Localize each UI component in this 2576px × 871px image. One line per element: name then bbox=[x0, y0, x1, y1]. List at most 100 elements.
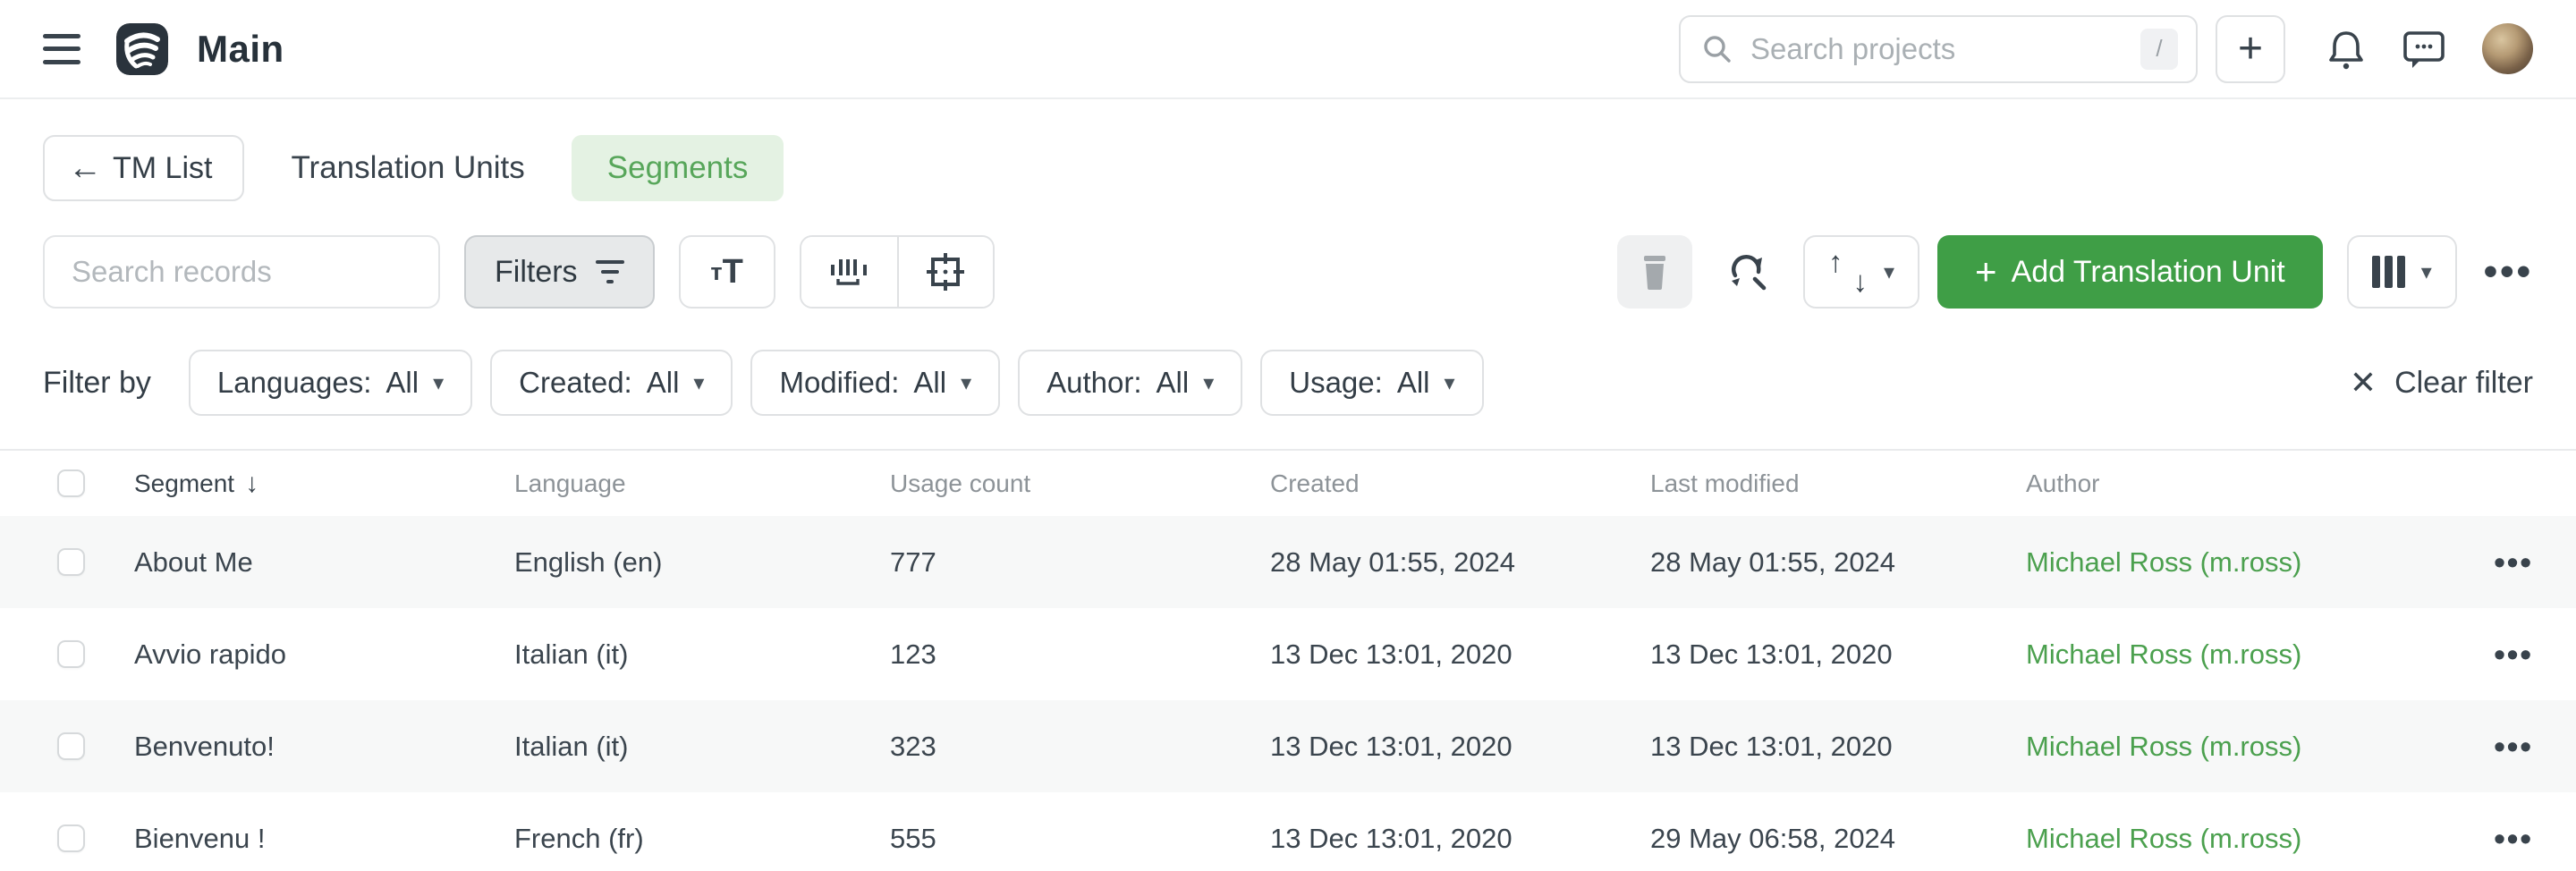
segment-cell: Bienvenu ! bbox=[134, 823, 514, 855]
add-translation-unit-label: Add Translation Unit bbox=[2012, 255, 2285, 290]
filter-lines-icon bbox=[596, 260, 624, 283]
segments-table: Segment ↓ Language Usage count Created L… bbox=[0, 449, 2576, 871]
row-menu-button[interactable]: ••• bbox=[2470, 636, 2533, 673]
filter-label: Languages: bbox=[217, 366, 372, 400]
filter-created[interactable]: Created: All ▾ bbox=[490, 350, 733, 416]
more-options-button[interactable]: ••• bbox=[2484, 249, 2533, 294]
row-checkbox[interactable] bbox=[57, 824, 85, 852]
chevron-down-icon: ▾ bbox=[1884, 259, 1894, 285]
table-row: Bienvenu ! French (fr) 555 13 Dec 13:01,… bbox=[0, 792, 2576, 871]
column-header-language: Language bbox=[514, 469, 890, 498]
ellipsis-icon: ••• bbox=[2494, 820, 2533, 857]
language-cell: French (fr) bbox=[514, 823, 890, 855]
clear-filter-label: Clear filter bbox=[2394, 366, 2533, 401]
filter-usage[interactable]: Usage: All ▾ bbox=[1260, 350, 1483, 416]
ellipsis-icon: ••• bbox=[2494, 636, 2533, 672]
filter-value: All bbox=[913, 366, 946, 400]
filter-value: All bbox=[386, 366, 419, 400]
chevron-down-icon: ▾ bbox=[2421, 259, 2432, 285]
author-link[interactable]: Michael Ross (m.ross) bbox=[2026, 638, 2470, 671]
filter-modified[interactable]: Modified: All ▾ bbox=[750, 350, 1000, 416]
user-avatar[interactable] bbox=[2482, 23, 2533, 74]
row-checkbox[interactable] bbox=[57, 640, 85, 668]
feedback-button[interactable] bbox=[2402, 28, 2446, 71]
close-icon: ✕ bbox=[2350, 364, 2377, 402]
project-search[interactable]: / bbox=[1679, 15, 2198, 83]
find-replace-button[interactable] bbox=[1724, 249, 1771, 295]
filter-languages[interactable]: Languages: All ▾ bbox=[189, 350, 472, 416]
clear-filter-button[interactable]: ✕ Clear filter bbox=[2350, 364, 2533, 402]
created-cell: 13 Dec 13:01, 2020 bbox=[1270, 638, 1650, 671]
records-search[interactable] bbox=[43, 235, 440, 309]
filter-label: Created: bbox=[519, 366, 632, 400]
breadcrumb-tabs-row: ← TM List Translation Units Segments bbox=[0, 135, 2576, 201]
table-row: Benvenuto! Italian (it) 323 13 Dec 13:01… bbox=[0, 700, 2576, 792]
usage-count-cell: 323 bbox=[890, 731, 1270, 763]
column-header-last-modified: Last modified bbox=[1650, 469, 2026, 498]
column-header-author: Author bbox=[2026, 469, 2470, 498]
filters-button[interactable]: Filters bbox=[464, 235, 655, 309]
toolbar: Filters тT bbox=[0, 235, 2576, 309]
row-checkbox[interactable] bbox=[57, 732, 85, 760]
back-arrow-icon: ← bbox=[68, 149, 102, 188]
frame-crosshair-icon bbox=[924, 250, 967, 293]
chevron-down-icon: ▾ bbox=[961, 370, 971, 396]
columns-button[interactable]: ▾ bbox=[2347, 235, 2457, 309]
trash-icon bbox=[1639, 253, 1671, 291]
hamburger-menu-icon[interactable] bbox=[43, 34, 80, 64]
chat-bubble-icon bbox=[2402, 28, 2446, 71]
search-icon bbox=[1702, 34, 1733, 64]
last-modified-cell: 13 Dec 13:01, 2020 bbox=[1650, 638, 2026, 671]
select-all-checkbox[interactable] bbox=[57, 469, 85, 497]
tab-segments[interactable]: Segments bbox=[572, 135, 784, 201]
last-modified-cell: 13 Dec 13:01, 2020 bbox=[1650, 731, 2026, 763]
author-link[interactable]: Michael Ross (m.ross) bbox=[2026, 823, 2470, 855]
language-cell: English (en) bbox=[514, 546, 890, 579]
row-menu-button[interactable]: ••• bbox=[2470, 544, 2533, 581]
search-records-input[interactable] bbox=[72, 255, 411, 289]
segment-cell: Avvio rapido bbox=[134, 638, 514, 671]
text-case-toggle-button[interactable]: тT bbox=[679, 235, 775, 309]
column-header-created: Created bbox=[1270, 469, 1650, 498]
column-header-segment[interactable]: Segment ↓ bbox=[134, 469, 514, 499]
table-row: Avvio rapido Italian (it) 123 13 Dec 13:… bbox=[0, 608, 2576, 700]
filter-label: Usage: bbox=[1289, 366, 1383, 400]
author-link[interactable]: Michael Ross (m.ross) bbox=[2026, 546, 2470, 579]
ellipsis-icon: ••• bbox=[2494, 544, 2533, 580]
filter-by-label: Filter by bbox=[43, 366, 151, 401]
author-link[interactable]: Michael Ross (m.ross) bbox=[2026, 731, 2470, 763]
columns-icon bbox=[2372, 256, 2405, 288]
row-menu-button[interactable]: ••• bbox=[2470, 728, 2533, 765]
language-cell: Italian (it) bbox=[514, 731, 890, 763]
keyboard-shortcut-badge: / bbox=[2140, 29, 2178, 70]
page-title: Main bbox=[197, 28, 284, 71]
top-bar: Main / + bbox=[0, 0, 2576, 99]
notifications-button[interactable] bbox=[2326, 28, 2366, 71]
sort-button[interactable]: ↑ ↓ ▾ bbox=[1803, 235, 1919, 309]
chevron-down-icon: ▾ bbox=[433, 370, 444, 396]
add-translation-unit-button[interactable]: + Add Translation Unit bbox=[1937, 235, 2323, 309]
create-project-button[interactable]: + bbox=[2216, 15, 2285, 83]
row-menu-button[interactable]: ••• bbox=[2470, 820, 2533, 858]
app-logo-icon[interactable] bbox=[116, 23, 168, 75]
row-checkbox[interactable] bbox=[57, 548, 85, 576]
filter-author[interactable]: Author: All ▾ bbox=[1018, 350, 1242, 416]
usage-count-cell: 777 bbox=[890, 546, 1270, 579]
created-cell: 13 Dec 13:01, 2020 bbox=[1270, 731, 1650, 763]
chevron-down-icon: ▾ bbox=[693, 370, 704, 396]
back-button-label: TM List bbox=[113, 151, 212, 186]
bytes-view-button[interactable] bbox=[801, 237, 897, 307]
filter-value: All bbox=[1157, 366, 1190, 400]
find-replace-icon bbox=[1724, 249, 1771, 295]
delete-selected-button[interactable] bbox=[1617, 235, 1692, 309]
tab-translation-units[interactable]: Translation Units bbox=[291, 150, 524, 186]
barcode-icon bbox=[827, 252, 870, 292]
view-toggle-group bbox=[800, 235, 995, 309]
placeholder-view-button[interactable] bbox=[897, 237, 993, 307]
filter-bar: Filter by Languages: All ▾ Created: All … bbox=[0, 350, 2576, 416]
search-projects-input[interactable] bbox=[1750, 32, 2140, 66]
plus-icon: + bbox=[1975, 250, 1997, 293]
chevron-down-icon: ▾ bbox=[1203, 370, 1214, 396]
back-to-tm-list-button[interactable]: ← TM List bbox=[43, 135, 244, 201]
usage-count-cell: 555 bbox=[890, 823, 1270, 855]
